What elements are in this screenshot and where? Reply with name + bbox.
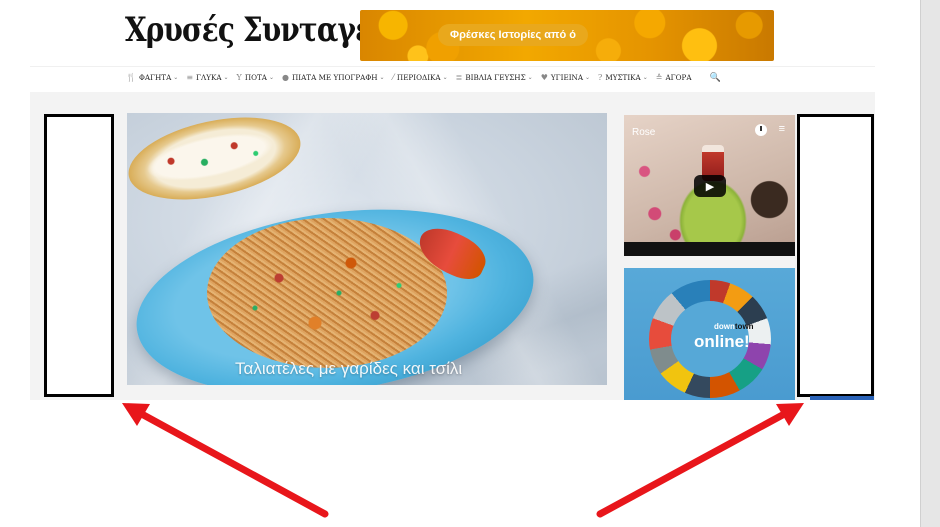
chevron-down-icon: ⌄: [642, 74, 648, 81]
nav-item-label: ΜΥΣΤΙΚΑ: [605, 73, 641, 82]
pasta-image: [207, 218, 447, 368]
pen-icon: ⁄: [392, 73, 394, 82]
chevron-down-icon: ⌄: [223, 74, 229, 81]
question-icon: ?: [598, 73, 603, 82]
downtown-logo-strong: town: [734, 322, 754, 331]
online-text: online!: [694, 332, 750, 351]
downtown-logo-text: downtown: [714, 322, 754, 331]
fork-knife-icon: 🍴: [126, 73, 136, 82]
chevron-down-icon: ⌄: [527, 74, 533, 81]
nav-item-label: ΠΟΤΑ: [244, 73, 267, 82]
chevron-down-icon: ⌄: [173, 74, 179, 81]
site-logo[interactable]: Χρυσές Συνταγές: [125, 10, 388, 50]
left-arrow: [122, 403, 329, 518]
downtown-logo-prefix: down: [714, 322, 735, 331]
play-icon: ▶: [705, 180, 715, 193]
nav-item-label: ΥΓΙΕΙΝΑ: [550, 73, 584, 82]
nav-item-7[interactable]: ? ΜΥΣΤΙΚΑ ⌄: [598, 73, 648, 82]
cart-icon: ≙: [655, 73, 663, 82]
nav-item-5[interactable]: ≣ ΒΙΒΛΙΑ ΓΕΥΣΗΣ ⌄: [456, 73, 533, 82]
featured-recipe-hero[interactable]: Ταλιατέλες με γαρίδες και τσίλι: [127, 113, 607, 385]
downtown-online-ad[interactable]: downtown online!: [624, 268, 795, 400]
browser-scrollbar[interactable]: [920, 0, 940, 527]
right-ad-blue-strip: [810, 396, 874, 400]
site-header: Χρυσές Συνταγές Φρέσκες Ιστορίες από ό: [30, 0, 875, 64]
right-ad-placeholder: [797, 114, 874, 397]
search-icon[interactable]: 🔍: [710, 72, 721, 83]
nav-item-label: ΦΑΓΗΤΑ: [138, 73, 172, 82]
hero-caption[interactable]: Ταλιατέλες με γαρίδες και τσίλι: [235, 359, 462, 379]
video-bottom-bar: [624, 242, 795, 256]
chevron-down-icon: ⌄: [442, 74, 448, 81]
nav-item-label: ΠΕΡΙΟΔΙΚΑ: [396, 73, 441, 82]
main-navigation: 🍴 ΦΑΓΗΤΑ ⌄ ≡ ΓΛΥΚΑ ⌄ Y ΠΟΤΑ ⌄ ● ΠΙΑΤΑ ΜΕ ΥΠΟΓΡΑΦΗ ⌄…: [30, 66, 875, 88]
video-title[interactable]: Rose: [632, 127, 655, 138]
chevron-down-icon: ⌄: [379, 74, 385, 81]
chevron-down-icon: ⌄: [585, 74, 591, 81]
play-button[interactable]: ▶: [694, 175, 726, 197]
nav-item-2[interactable]: Y ΠΟΤΑ ⌄: [237, 73, 274, 82]
heart-icon: ♥: [540, 73, 548, 82]
nav-item-1[interactable]: ≡ ΓΛΥΚΑ ⌄: [186, 73, 228, 82]
right-arrow: [596, 403, 804, 518]
nav-item-label: ΒΙΒΛΙΑ ΓΕΥΣΗΣ: [465, 73, 526, 82]
nav-item-0[interactable]: 🍴 ΦΑΓΗΤΑ ⌄: [126, 73, 178, 82]
chevron-down-icon: ⌄: [268, 74, 275, 81]
nav-item-label: ΑΓΟΡΑ: [665, 73, 692, 82]
nav-item-6[interactable]: ♥ ΥΓΙΕΙΝΑ ⌄: [541, 73, 590, 82]
banner-text: Φρέσκες Ιστορίες από ό: [450, 29, 576, 41]
book-icon: ≣: [455, 73, 463, 82]
cake-icon: ≡: [186, 73, 194, 82]
banner-pill: Φρέσκες Ιστορίες από ό: [438, 24, 588, 46]
nav-item-label: ΠΙΑΤΑ ΜΕ ΥΠΟΓΡΑΦΗ: [292, 73, 378, 82]
cocktail-icon: Y: [236, 73, 242, 82]
nav-item-8[interactable]: ≙ ΑΓΟΡΑ: [656, 73, 692, 82]
dish-icon: ●: [282, 73, 289, 82]
left-ad-placeholder: [44, 114, 114, 397]
page: Χρυσές Συνταγές Φρέσκες Ιστορίες από ό 🍴…: [0, 0, 940, 527]
nav-items: 🍴 ΦΑΓΗΤΑ ⌄ ≡ ΓΛΥΚΑ ⌄ Y ΠΟΤΑ ⌄ ● ΠΙΑΤΑ ΜΕ ΥΠΟΓΡΑΦΗ ⌄…: [126, 72, 721, 83]
clock-icon[interactable]: [755, 124, 767, 136]
nav-item-3[interactable]: ● ΠΙΑΤΑ ΜΕ ΥΠΟΓΡΑΦΗ ⌄: [282, 73, 385, 82]
playlist-icon[interactable]: ≡: [779, 124, 785, 135]
top-banner-ad[interactable]: Φρέσκες Ιστορίες από ό: [360, 10, 774, 61]
nav-item-label: ΓΛΥΚΑ: [196, 73, 222, 82]
video-player[interactable]: Rose ≡ ▶: [624, 115, 795, 256]
nav-item-4[interactable]: ⁄ ΠΕΡΙΟΔΙΚΑ ⌄: [393, 73, 448, 82]
